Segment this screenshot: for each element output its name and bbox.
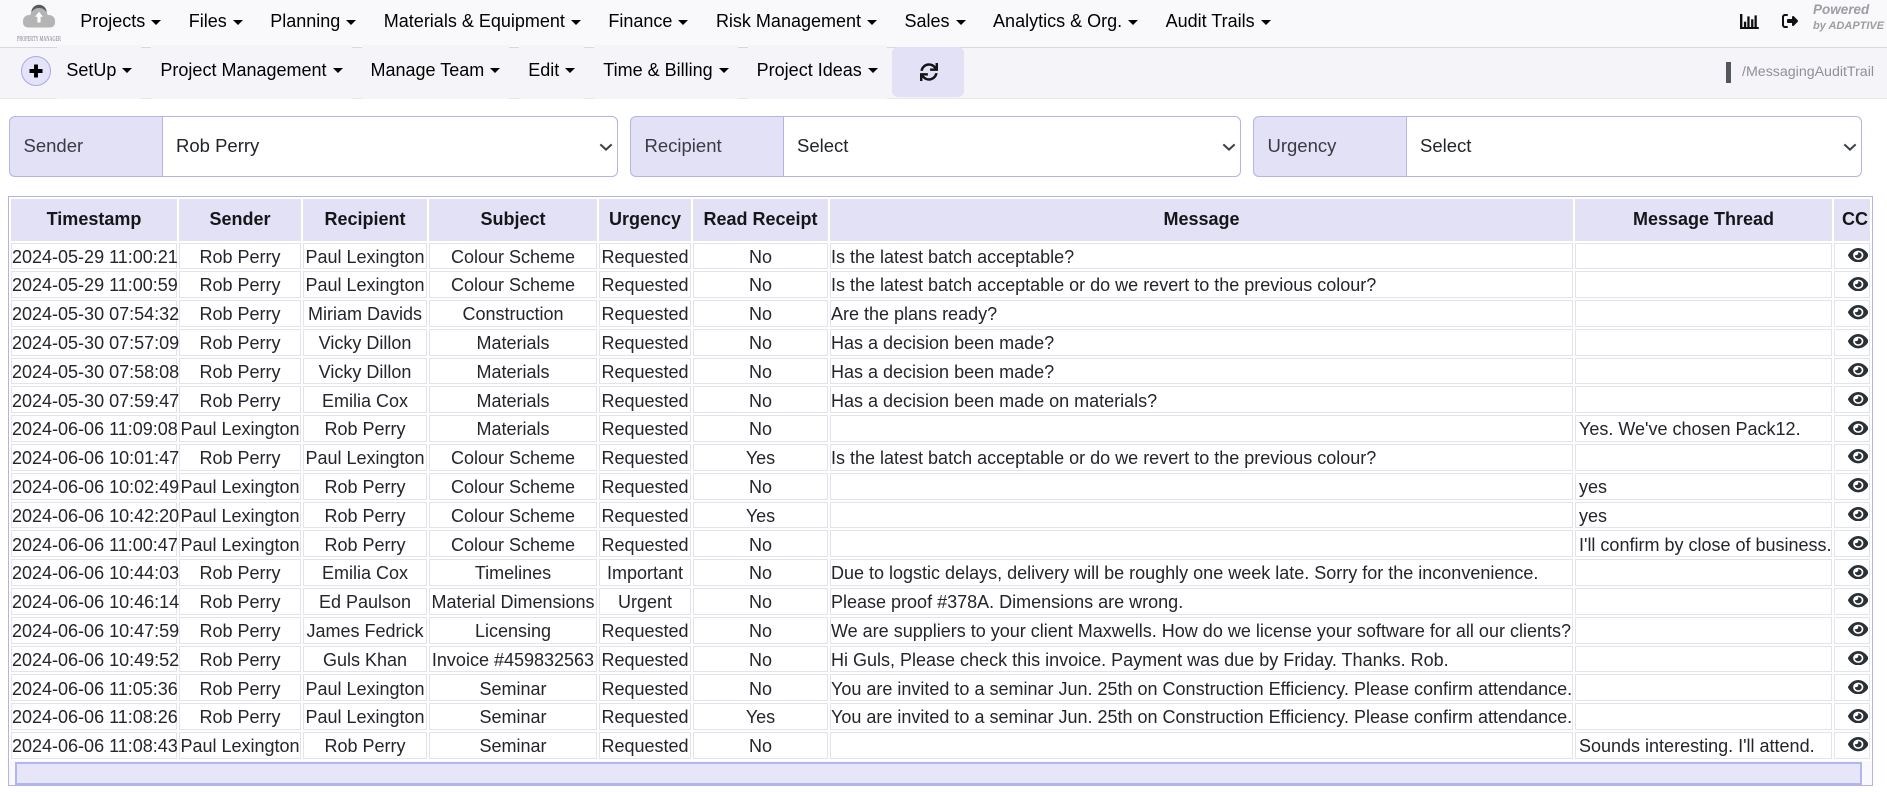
svg-text:PROPERTY MANAGER: PROPERTY MANAGER [17,35,61,43]
